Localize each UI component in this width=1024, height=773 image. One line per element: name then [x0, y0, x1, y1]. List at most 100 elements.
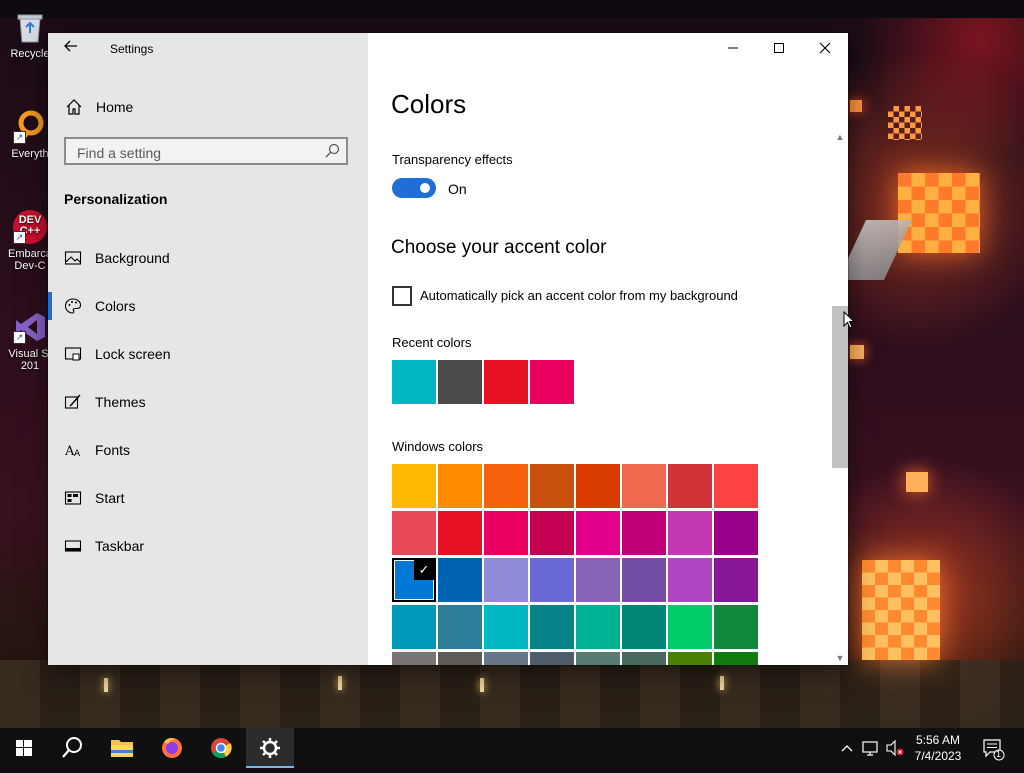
color-swatch[interactable]	[622, 652, 666, 665]
minimize-button[interactable]	[710, 33, 756, 65]
color-swatch[interactable]	[714, 464, 758, 508]
color-swatch[interactable]	[622, 511, 666, 555]
title-bar[interactable]: Settings	[48, 33, 368, 65]
color-swatch[interactable]	[530, 558, 574, 602]
color-swatch[interactable]	[484, 652, 528, 665]
action-center-button[interactable]: 1	[980, 728, 1006, 768]
sidebar-item-colors[interactable]: Colors	[48, 284, 368, 328]
color-swatch[interactable]: ✓	[392, 558, 436, 602]
transparency-label: Transparency effects	[392, 152, 513, 167]
taskbar-icon	[64, 540, 82, 552]
settings-taskbar-button[interactable]	[246, 728, 294, 768]
color-swatch[interactable]	[576, 652, 620, 665]
color-swatch[interactable]	[622, 605, 666, 649]
windows-colors-label: Windows colors	[392, 439, 484, 454]
color-swatch[interactable]	[668, 605, 712, 649]
scroll-up-arrow-icon[interactable]: ▲	[832, 130, 848, 144]
chrome-button[interactable]	[197, 728, 245, 768]
sidebar-item-label: Colors	[95, 298, 136, 314]
wallpaper-candle	[720, 676, 724, 690]
color-swatch[interactable]	[576, 558, 620, 602]
sidebar-item-background[interactable]: Background	[48, 236, 368, 280]
vertical-scrollbar[interactable]: ▲ ▼	[832, 130, 848, 665]
search-icon[interactable]	[324, 143, 340, 159]
color-swatch[interactable]	[530, 511, 574, 555]
color-swatch[interactable]	[484, 605, 528, 649]
color-swatch[interactable]	[392, 360, 436, 404]
color-swatch[interactable]	[622, 464, 666, 508]
color-swatch[interactable]	[668, 558, 712, 602]
notification-icon	[983, 739, 1005, 761]
color-swatch[interactable]	[530, 605, 574, 649]
sidebar-item-themes[interactable]: Themes	[48, 380, 368, 424]
color-swatch[interactable]	[438, 558, 482, 602]
sidebar-item-start[interactable]: Start	[48, 476, 368, 520]
system-clock[interactable]: 5:56 AM 7/4/2023	[898, 732, 978, 764]
color-swatch[interactable]	[438, 360, 482, 404]
maximize-icon	[774, 43, 784, 53]
color-swatch[interactable]	[438, 605, 482, 649]
back-button[interactable]	[60, 39, 82, 59]
shortcut-arrow-icon: ↗	[13, 331, 26, 344]
color-swatch[interactable]	[714, 511, 758, 555]
firefox-icon	[162, 738, 182, 758]
start-icon	[64, 491, 82, 505]
visual-studio-icon: ↗	[13, 310, 47, 344]
color-swatch[interactable]	[392, 605, 436, 649]
file-explorer-button[interactable]	[98, 728, 146, 768]
close-button[interactable]	[802, 33, 848, 65]
color-swatch[interactable]	[530, 360, 574, 404]
scroll-thumb[interactable]	[832, 306, 848, 468]
color-swatch[interactable]	[484, 360, 528, 404]
color-swatch[interactable]	[622, 558, 666, 602]
auto-accent-label[interactable]: Automatically pick an accent color from …	[420, 288, 738, 303]
firefox-button[interactable]	[148, 728, 196, 768]
palette-icon	[64, 298, 82, 314]
transparency-toggle[interactable]	[392, 178, 436, 198]
color-swatch[interactable]	[576, 605, 620, 649]
search-icon	[62, 737, 82, 758]
color-swatch[interactable]	[714, 652, 758, 665]
start-button[interactable]	[0, 728, 48, 768]
wallpaper-spark	[906, 472, 928, 492]
everything-search-icon: ↗	[13, 110, 47, 144]
color-swatch[interactable]	[530, 464, 574, 508]
search-input[interactable]	[75, 143, 319, 163]
sidebar-item-fonts[interactable]: A A Fonts	[48, 428, 368, 472]
transparency-state: On	[448, 181, 467, 197]
color-swatch[interactable]	[576, 464, 620, 508]
color-swatch[interactable]	[438, 464, 482, 508]
color-swatch[interactable]	[668, 464, 712, 508]
color-swatch[interactable]	[438, 652, 482, 665]
search-taskbar-button[interactable]	[48, 728, 96, 768]
back-arrow-icon	[64, 40, 77, 52]
color-swatch[interactable]	[484, 511, 528, 555]
color-swatch[interactable]	[392, 652, 436, 665]
scroll-down-arrow-icon[interactable]: ▼	[832, 651, 848, 665]
sidebar-item-label: Background	[95, 250, 170, 266]
search-box[interactable]	[64, 137, 348, 165]
maximize-button[interactable]	[756, 33, 802, 65]
sidebar-item-label: Start	[95, 490, 125, 506]
color-swatch[interactable]	[438, 511, 482, 555]
color-swatch[interactable]	[668, 511, 712, 555]
auto-accent-checkbox[interactable]	[392, 286, 412, 306]
sidebar-item-lock-screen[interactable]: Lock screen	[48, 332, 368, 376]
color-swatch[interactable]	[714, 558, 758, 602]
color-swatch[interactable]	[392, 464, 436, 508]
sidebar-item-taskbar[interactable]: Taskbar	[48, 524, 368, 568]
sidebar-section-title: Personalization	[64, 191, 168, 207]
color-swatch[interactable]	[484, 558, 528, 602]
color-swatch[interactable]	[484, 464, 528, 508]
color-swatch[interactable]	[668, 652, 712, 665]
color-swatch[interactable]	[576, 511, 620, 555]
color-swatch[interactable]	[714, 605, 758, 649]
windows-colors-grid: ✓	[392, 464, 758, 665]
network-status[interactable]	[860, 728, 882, 768]
wallpaper-glow-block	[898, 173, 980, 253]
color-swatch[interactable]	[392, 511, 436, 555]
sidebar-item-home[interactable]: Home	[48, 91, 368, 123]
wallpaper-top-strip	[0, 0, 1024, 18]
color-swatch[interactable]	[530, 652, 574, 665]
show-hidden-icons-button[interactable]	[838, 728, 856, 768]
